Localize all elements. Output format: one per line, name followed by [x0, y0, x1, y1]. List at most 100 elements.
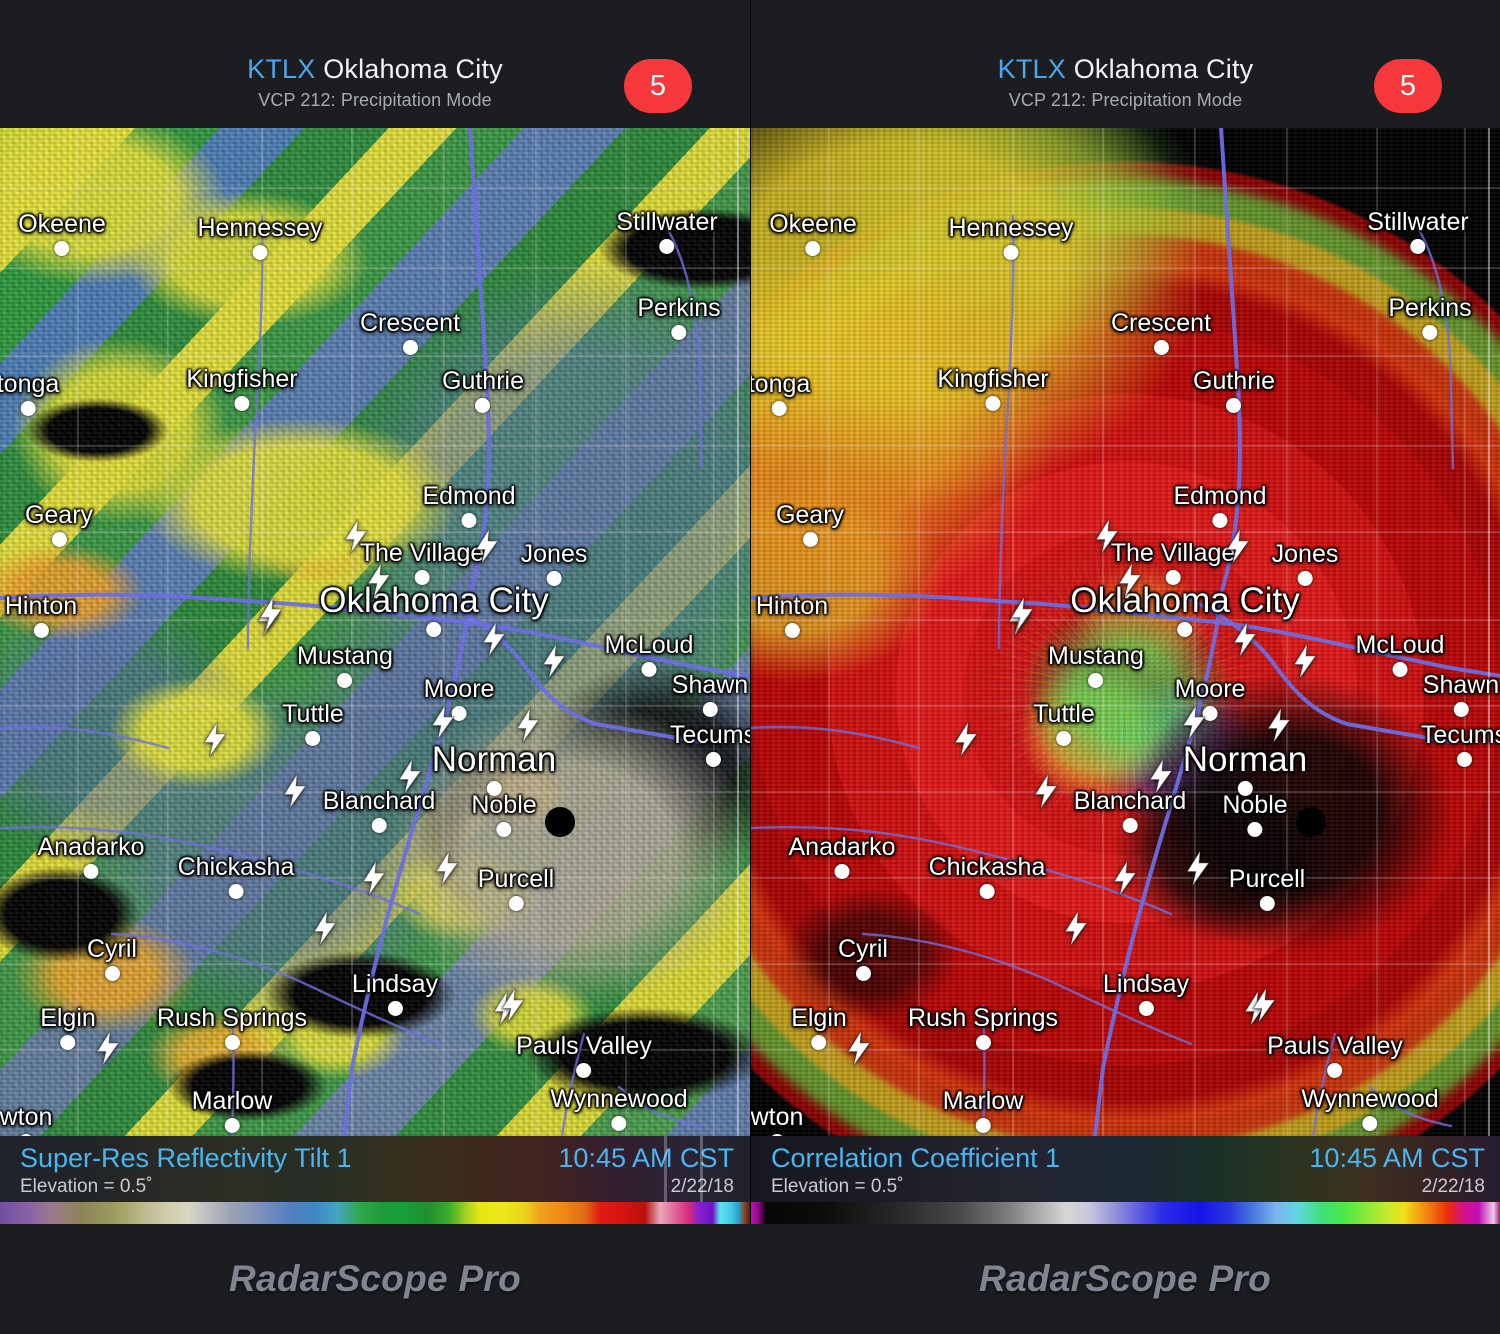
city-label: Okeene: [769, 212, 857, 256]
panel-header-correlation: KTLX Oklahoma City VCP 212: Precipitatio…: [751, 0, 1500, 128]
city-marker-dot: [402, 340, 418, 355]
city-marker-dot: [1410, 239, 1426, 254]
site-name: Oklahoma City: [1073, 54, 1254, 84]
city-label-text: Okeene: [18, 210, 106, 238]
radar-map-reflectivity[interactable]: Okeene Hennessey Stillwater Perkins Crescent…: [0, 128, 750, 1136]
tilt-count-badge[interactable]: 5: [624, 59, 692, 113]
city-marker-dot: [805, 241, 821, 256]
city-label-text: Moore: [1174, 675, 1246, 703]
color-scale-reflectivity[interactable]: [0, 1202, 750, 1224]
city-label-text: wton: [0, 1103, 53, 1131]
city-marker-dot: [508, 896, 524, 911]
city-label: Pauls Valley: [516, 1034, 652, 1078]
radarscope-dual-pane-window: KTLX Oklahoma City VCP 212: Precipitatio…: [0, 0, 1500, 1334]
lightning-bolt-icon: [953, 721, 979, 757]
city-label: wton: [751, 1105, 803, 1136]
city-label-text: Tuttle: [282, 700, 344, 728]
city-label-text: Hinton: [755, 592, 829, 620]
city-marker-dot: [1226, 398, 1242, 413]
city-label-text: Shawn: [671, 671, 749, 699]
color-scale-correlation[interactable]: [751, 1202, 1500, 1224]
product-name: Correlation Coefficient 1: [771, 1143, 1061, 1173]
city-label-text: Marlow: [942, 1087, 1024, 1115]
lightning-bolt-icon: [515, 707, 541, 743]
city-marker-dot: [54, 241, 70, 256]
site-id: KTLX: [997, 54, 1066, 84]
watermark-row: RadarScope Pro RadarScope Pro: [0, 1224, 1500, 1334]
lightning-bolt-icon: [435, 850, 459, 886]
city-label-text: Crescent: [359, 309, 461, 337]
city-label: Hennessey: [948, 216, 1074, 260]
city-label: Kingfisher: [937, 367, 1049, 411]
city-label-text: Wynnewood: [1301, 1085, 1439, 1113]
city-label: Jones: [520, 540, 588, 586]
city-label-text: tonga: [751, 370, 811, 398]
lightning-bolt-icon: [474, 528, 500, 564]
city-label-text: Edmond: [1173, 482, 1267, 510]
city-marker-dot: [1362, 1116, 1378, 1131]
lightning-bolt-icon: [1148, 758, 1174, 794]
city-marker-dot: [234, 396, 250, 411]
city-label: Okeene: [18, 212, 106, 256]
city-label: Kingfisher: [186, 365, 298, 411]
lightning-bolt-icon: [366, 562, 392, 598]
city-label-text: Jones: [520, 540, 588, 568]
lightning-bolt-icon: [344, 518, 368, 554]
city-marker-dot: [305, 731, 321, 746]
city-marker-dot: [1177, 622, 1193, 637]
lightning-bolt-icon: [283, 773, 307, 809]
city-marker-dot: [1259, 896, 1275, 911]
radar-site-marker: [545, 807, 575, 837]
city-label-text: Crescent: [1110, 309, 1212, 337]
city-label: Tecums: [1421, 723, 1500, 767]
city-label-text: Wynnewood: [550, 1085, 688, 1113]
city-label-text: Tecums: [669, 721, 750, 749]
lightning-bolt-icon: [1009, 596, 1035, 632]
colorbar-notch: [664, 1136, 667, 1202]
city-marker-dot: [1392, 662, 1408, 677]
city-label: Marlow: [191, 1087, 273, 1133]
city-marker-dot: [975, 1118, 991, 1133]
radar-map-correlation[interactable]: Okeene Hennessey Stillwater Perkins Crescent…: [751, 128, 1500, 1136]
city-marker-dot: [461, 513, 477, 528]
city-label: Lindsay: [1103, 972, 1189, 1016]
city-label: Oklahoma City: [319, 583, 549, 637]
panel-correlation-coefficient[interactable]: KTLX Oklahoma City VCP 212: Precipitatio…: [750, 0, 1500, 1224]
city-label: Norman: [1183, 742, 1307, 796]
elevation-angle: Elevation = 0.5˚: [771, 1176, 904, 1198]
city-label-text: Marlow: [191, 1087, 273, 1115]
city-label: Hinton: [5, 594, 77, 638]
city-marker-dot: [252, 245, 268, 260]
city-label: Tuttle: [282, 702, 344, 746]
site-name: Oklahoma City: [323, 54, 503, 84]
city-label: Tecums: [670, 723, 750, 767]
city-label-text: Anadarko: [788, 833, 896, 861]
city-label: Guthrie: [1193, 369, 1275, 413]
city-label-text: Rush Springs: [156, 1004, 308, 1032]
panel-reflectivity[interactable]: KTLX Oklahoma City VCP 212: Precipitatio…: [0, 0, 750, 1224]
watermark-right: RadarScope Pro: [750, 1224, 1500, 1334]
city-marker-dot: [834, 864, 850, 879]
site-id: KTLX: [247, 54, 316, 84]
city-marker-dot: [387, 1001, 403, 1016]
lightning-bolt-icon: [1095, 518, 1119, 554]
city-label: Mustang: [297, 644, 393, 688]
city-label-text: Shawn: [1422, 671, 1500, 699]
city-marker-dot: [104, 966, 120, 981]
lightning-bolt-icon: [431, 704, 455, 740]
city-marker-dot: [576, 1063, 592, 1078]
city-marker-dot: [1056, 731, 1072, 746]
city-label: Rush Springs: [908, 1006, 1058, 1050]
city-label: Noble: [1222, 793, 1288, 837]
city-label-text: Perkins: [1388, 294, 1472, 322]
city-marker-dot: [784, 623, 800, 638]
tilt-count-badge[interactable]: 5: [1374, 59, 1442, 113]
city-marker-dot: [702, 702, 718, 717]
lightning-bolt-icon: [1185, 850, 1211, 886]
city-label: Hennessey: [197, 216, 323, 260]
city-label: Purcell: [478, 867, 554, 911]
city-label: Norman: [432, 742, 556, 796]
lightning-bolt-icon: [542, 643, 566, 679]
city-label-text: Kingfisher: [186, 365, 298, 393]
city-label-text: Cyril: [838, 935, 888, 963]
